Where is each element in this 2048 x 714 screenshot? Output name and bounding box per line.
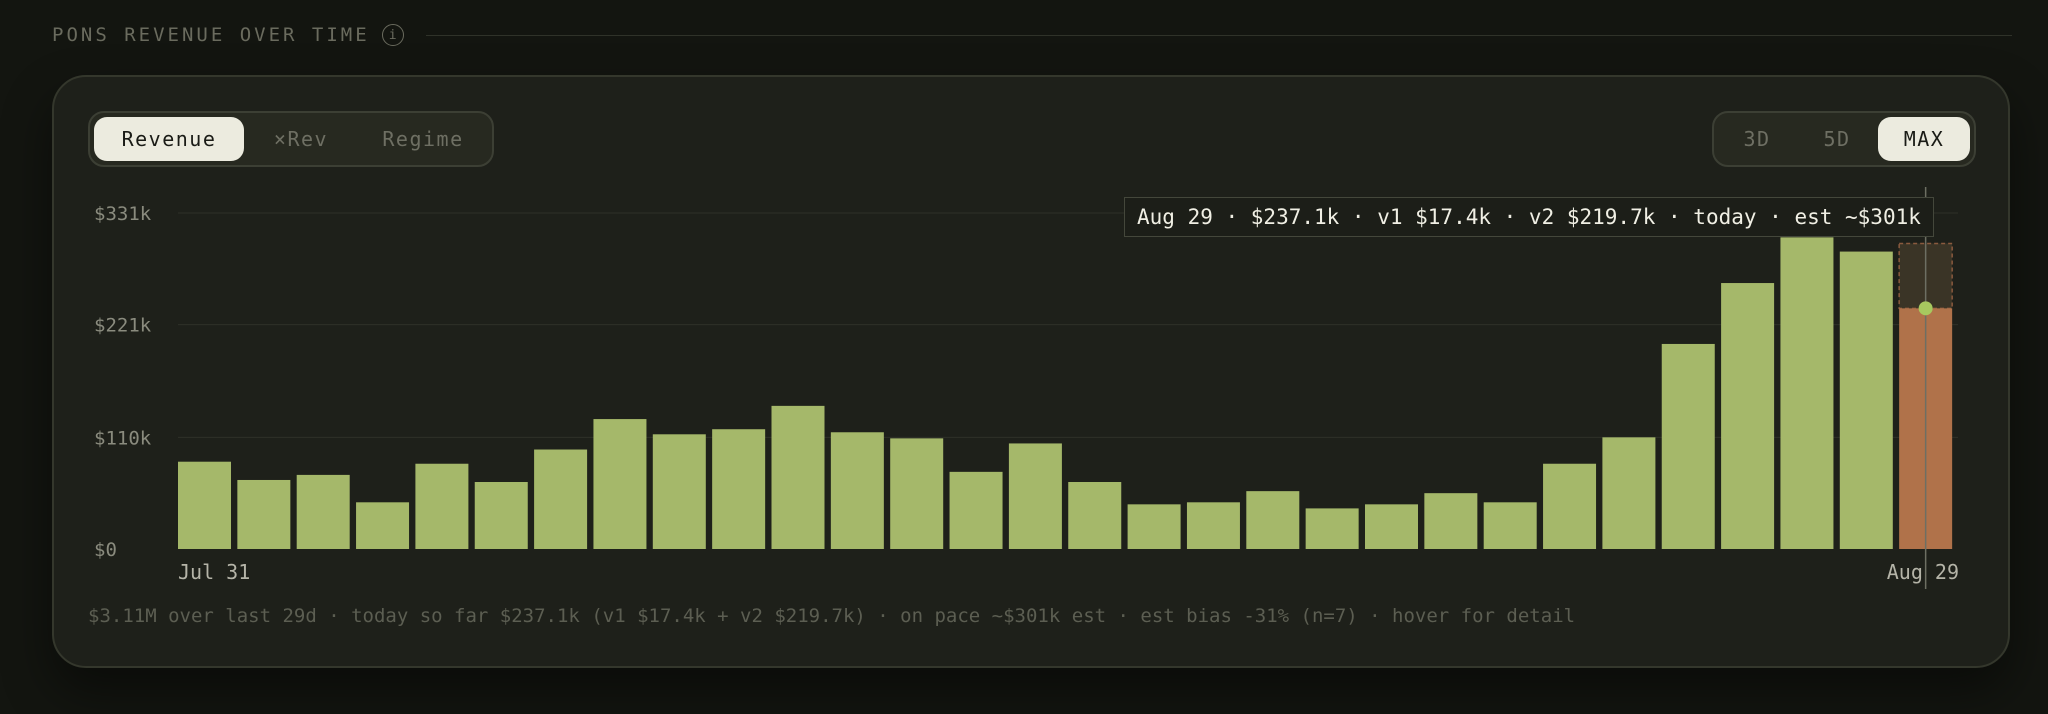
- section-header: PONS REVENUE OVER TIME i: [52, 18, 2012, 52]
- bar: [1365, 504, 1418, 549]
- bar: [534, 449, 588, 549]
- tab-regime[interactable]: Regime: [358, 117, 488, 161]
- section-title: PONS REVENUE OVER TIME: [52, 24, 370, 46]
- tab-xrev[interactable]: ×Rev: [246, 117, 356, 161]
- bar: [1127, 504, 1181, 549]
- revenue-card: $0 $110k $221k $331k Jul 31 Aug 29 Revenue ×R…: [52, 75, 2010, 668]
- bar: [1543, 463, 1597, 549]
- range-toggle: 3D 5D MAX: [1712, 111, 1976, 167]
- bar: [178, 461, 231, 549]
- bar: [593, 419, 647, 549]
- chart-tooltip: Aug 29 · $237.1k · v1 $17.4k · v2 $219.7…: [1124, 197, 1934, 237]
- summary-footer: $3.11M over last 29d · today so far $237…: [88, 605, 1576, 627]
- y-tick-label: $331k: [94, 203, 152, 225]
- x-end-label: Aug 29: [1887, 560, 1959, 584]
- bar: [949, 471, 1003, 549]
- bar: [1780, 237, 1834, 549]
- x-start-label: Jul 31: [178, 560, 250, 584]
- hover-marker: [1918, 301, 1933, 316]
- range-5d[interactable]: 5D: [1798, 117, 1876, 161]
- bar: [890, 438, 944, 549]
- bar: [771, 405, 825, 549]
- range-3d[interactable]: 3D: [1718, 117, 1796, 161]
- tab-revenue[interactable]: Revenue: [94, 117, 244, 161]
- bar: [712, 429, 766, 549]
- bar: [1068, 482, 1122, 549]
- y-tick-label: $221k: [94, 315, 152, 337]
- header-divider: [425, 34, 2012, 36]
- bar: [237, 479, 291, 549]
- bar: [1008, 443, 1062, 549]
- bar: [1602, 437, 1656, 549]
- bar: [1246, 491, 1300, 549]
- info-icon[interactable]: i: [381, 24, 404, 46]
- bar: [1424, 493, 1478, 549]
- bar: [1661, 343, 1715, 549]
- bar: [415, 463, 469, 549]
- bar: [1839, 251, 1893, 549]
- bar: [1483, 502, 1537, 549]
- bar: [830, 432, 884, 549]
- bar: [652, 434, 706, 549]
- bar: [296, 474, 350, 549]
- range-max[interactable]: MAX: [1878, 117, 1970, 161]
- y-tick-label: $0: [94, 539, 117, 561]
- y-tick-label: $110k: [94, 427, 152, 449]
- bar: [356, 502, 410, 549]
- bar: [474, 482, 528, 549]
- bar: [1305, 508, 1359, 549]
- metric-toggle: Revenue ×Rev Regime: [88, 111, 494, 167]
- bar: [1186, 502, 1240, 549]
- bar: [1721, 283, 1775, 549]
